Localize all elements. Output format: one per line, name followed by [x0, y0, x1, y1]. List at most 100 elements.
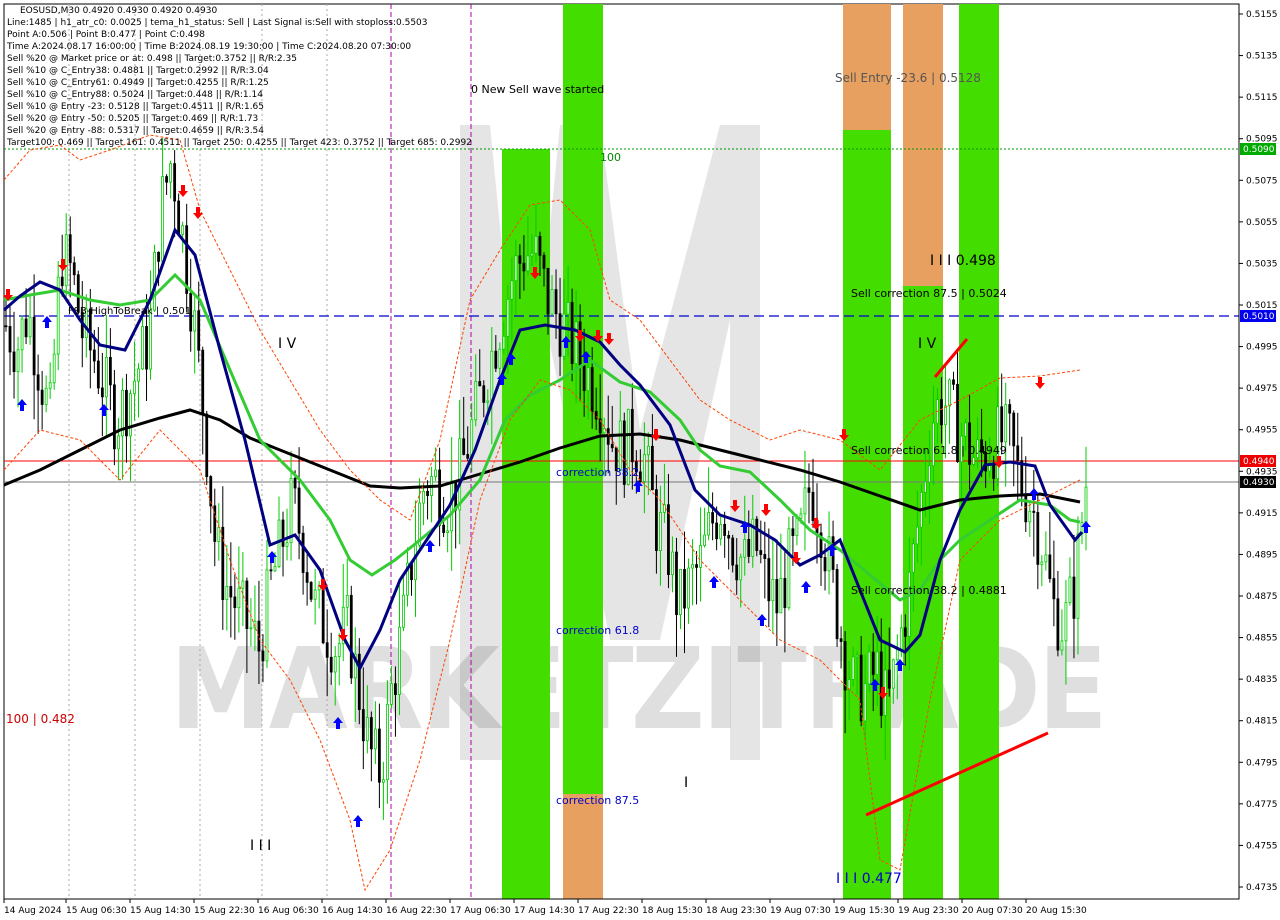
candle-body: [486, 400, 490, 403]
candle-body: [514, 255, 518, 282]
candle-body: [574, 321, 578, 364]
candle-body: [558, 313, 562, 357]
candle-body: [855, 654, 859, 658]
candle-body: [446, 530, 450, 533]
candle-body: [381, 779, 385, 783]
candle-body: [273, 566, 277, 572]
candle-body: [68, 234, 72, 264]
candle-body: [365, 717, 369, 742]
candle-body: [1000, 406, 1004, 443]
candle-body: [173, 163, 177, 202]
candle-body: [301, 532, 305, 573]
candle-body: [972, 457, 975, 465]
candle-body: [703, 534, 706, 546]
label-100: 100: [600, 151, 621, 164]
candle-body: [337, 643, 341, 658]
candle-body: [707, 512, 711, 536]
candle-body: [257, 620, 261, 652]
candle-body: [671, 551, 674, 576]
candle-body: [309, 581, 313, 600]
candle-body: [1040, 561, 1044, 565]
info-line: Sell %20 @ Entry -50: 0.5205 || Target:0…: [7, 114, 258, 124]
candle-body: [165, 176, 168, 183]
x-tick-label: 19 Aug 15:30: [834, 906, 895, 916]
x-tick-label: 16 Aug 06:30: [258, 906, 319, 916]
y-tick-label: 0.4775: [1246, 800, 1278, 810]
info-line: Sell %20 @ Market price or at: 0.498 || …: [7, 54, 297, 64]
candle-body: [442, 524, 446, 533]
wave-iv-right: I V: [918, 336, 937, 352]
candle-body: [28, 316, 32, 338]
time-axis: 14 Aug 2024 15 Aug 06:30 15 Aug 14:30 15 Au…: [3, 898, 1239, 916]
candle-body: [843, 641, 847, 691]
candle-body: [755, 518, 759, 551]
candle-body: [329, 656, 333, 673]
candle-body: [667, 504, 670, 576]
candle-body: [92, 349, 96, 362]
y-tick-label: 0.4935: [1246, 467, 1278, 477]
wave-498-label: I I I 0.498: [930, 253, 996, 269]
candle-body: [1012, 412, 1016, 447]
candle-body: [305, 572, 309, 583]
y-tick-label: 0.5155: [1246, 10, 1278, 20]
candle-body: [911, 543, 915, 573]
candle-body: [791, 528, 795, 537]
candle-body: [787, 528, 791, 609]
candle-body: [72, 262, 76, 276]
badge-5090: 0.5090: [1243, 145, 1275, 155]
price-axis: 0.51550.51350.51150.50950.50750.50550.50…: [1238, 4, 1278, 899]
orange-zone-2: [563, 794, 603, 899]
candle-body: [225, 586, 229, 601]
candle-body: [506, 298, 510, 337]
candle-body: [458, 438, 462, 511]
candle-body: [1052, 578, 1056, 600]
candle-body: [1072, 576, 1076, 619]
candle-body: [474, 381, 478, 421]
candle-body: [988, 465, 992, 472]
wave-iv-left: I V: [278, 336, 297, 352]
y-tick-label: 0.4855: [1246, 634, 1278, 644]
y-tick-label: 0.4955: [1246, 426, 1278, 436]
candle-body: [1068, 576, 1072, 603]
candle-body: [807, 487, 811, 493]
left-482-label: 100 | 0.482: [6, 712, 75, 726]
candle-body: [8, 326, 12, 353]
candle-body: [285, 542, 289, 547]
candle-body: [907, 571, 911, 637]
candle-body: [229, 586, 233, 598]
candle-body: [1028, 510, 1032, 523]
candle-body: [149, 309, 152, 370]
candle-body: [108, 357, 112, 386]
new-sell-wave-label: 0 New Sell wave started: [471, 83, 604, 96]
candle-body: [12, 351, 16, 372]
x-tick-label: 18 Aug 15:30: [642, 906, 703, 916]
x-tick-label: 15 Aug 22:30: [194, 906, 255, 916]
candle-body: [16, 349, 20, 372]
candle-body: [277, 519, 281, 567]
candle-body: [510, 280, 514, 300]
candle-body: [964, 422, 967, 437]
candle-body: [502, 335, 506, 350]
candle-body: [522, 262, 526, 272]
candle-body: [582, 364, 586, 391]
candle-body: [1044, 554, 1048, 563]
candle-body: [992, 465, 996, 479]
candle-body: [699, 545, 702, 568]
candle-body: [60, 276, 64, 287]
candle-body: [113, 384, 116, 450]
y-tick-label: 0.4875: [1246, 592, 1278, 602]
candle-body: [1064, 602, 1068, 642]
x-tick-label: 19 Aug 23:30: [898, 906, 959, 916]
candle-body: [32, 316, 36, 376]
candle-body: [863, 683, 867, 722]
candle-body: [952, 379, 955, 385]
candle-body: [325, 642, 329, 658]
candle-body: [879, 651, 883, 716]
candle-body: [193, 310, 197, 332]
candle-body: [245, 580, 249, 629]
candle-body: [803, 487, 807, 515]
candle-body: [265, 569, 269, 662]
candle-body: [462, 438, 466, 455]
wave-i-mid: I: [684, 775, 688, 791]
candle-body: [36, 374, 40, 391]
